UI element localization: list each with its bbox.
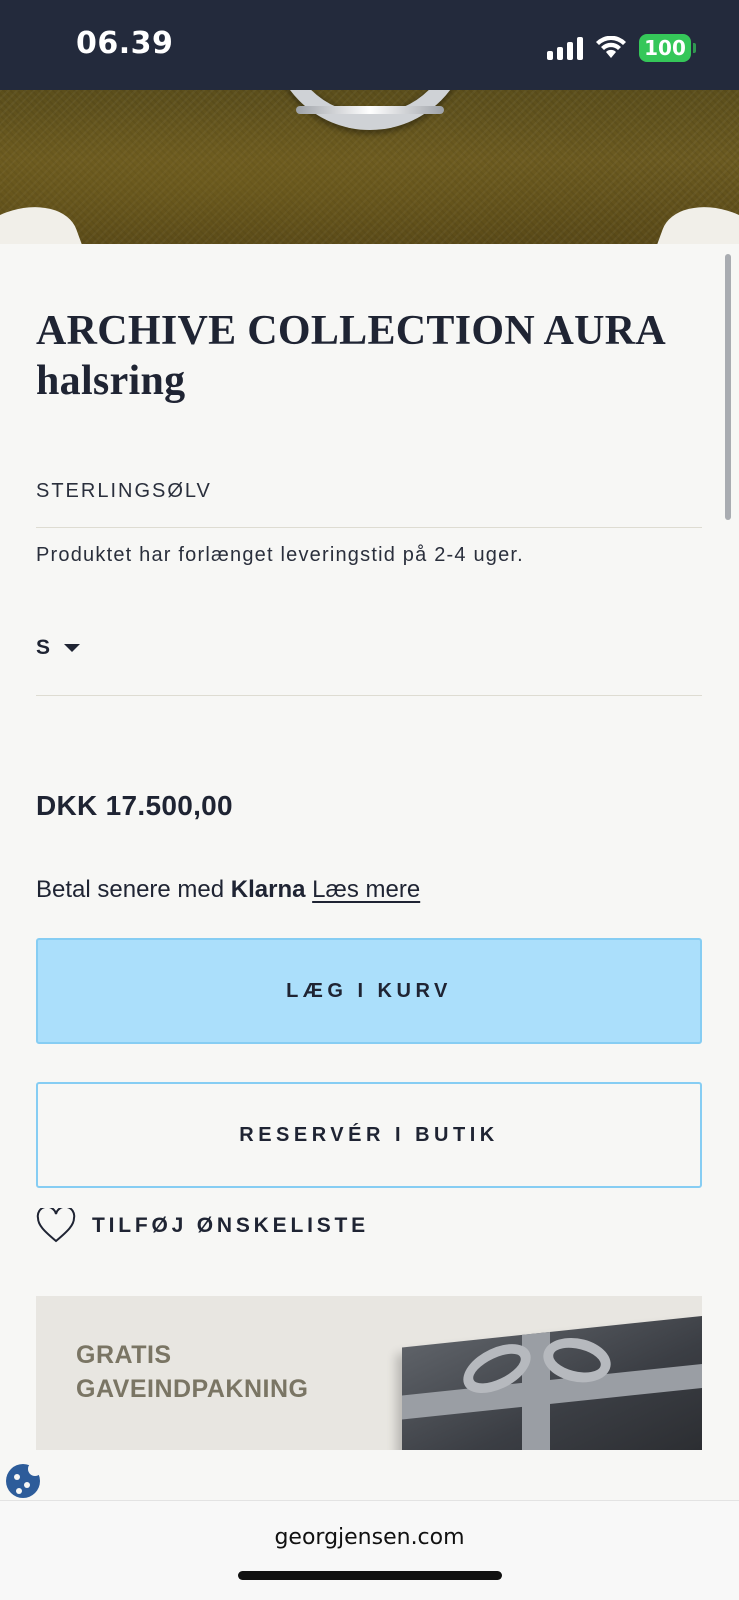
- delivery-note: Produktet har forlænget leveringstid på …: [36, 544, 524, 566]
- product-price: DKK 17.500,00: [36, 790, 233, 821]
- wifi-icon: [595, 36, 627, 60]
- divider: [36, 527, 702, 528]
- klarna-read-more-link[interactable]: Læs mere: [312, 876, 420, 903]
- gift-box-image: [402, 1316, 702, 1450]
- product-material: STERLINGSØLV: [36, 480, 212, 502]
- klarna-prefix: Betal senere med: [36, 876, 231, 903]
- product-title-line1: ARCHIVE COLLECTION AURA: [36, 308, 666, 354]
- signal-icon: [547, 36, 583, 60]
- status-icons: 100: [547, 34, 696, 62]
- battery-icon: 100: [639, 34, 696, 62]
- url-text[interactable]: georgjensen.com: [0, 1525, 739, 1550]
- image-background-right: [648, 191, 739, 244]
- gift-wrap-banner[interactable]: GRATIS GAVEINDPAKNING: [36, 1296, 702, 1450]
- gift-wrap-line2: GAVEINDPAKNING: [76, 1375, 309, 1403]
- scroll-indicator[interactable]: [725, 254, 731, 520]
- status-time: 06.39: [76, 26, 174, 61]
- product-title-line2: halsring: [36, 358, 186, 404]
- image-background-left: [0, 191, 91, 244]
- status-bar: 06.39 100: [0, 0, 739, 90]
- add-to-wishlist-button[interactable]: TILFØJ ØNSKELISTE: [36, 1208, 369, 1244]
- browser-address-bar[interactable]: georgjensen.com: [0, 1500, 739, 1600]
- heart-icon: [36, 1208, 76, 1243]
- cookie-icon[interactable]: [6, 1462, 42, 1498]
- size-select[interactable]: S: [36, 636, 81, 660]
- divider: [36, 695, 702, 696]
- gift-wrap-line1: GRATIS: [76, 1341, 172, 1369]
- klarna-brand: Klarna: [230, 876, 306, 903]
- klarna-info: Betal senere med Klarna Læs mere: [36, 876, 420, 904]
- home-indicator[interactable]: [238, 1571, 502, 1580]
- wishlist-label: TILFØJ ØNSKELISTE: [92, 1214, 369, 1237]
- reserve-in-store-button[interactable]: RESERVÉR I BUTIK: [36, 1082, 702, 1188]
- neck-ring-image: [270, 90, 470, 130]
- add-to-cart-button[interactable]: LÆG I KURV: [36, 938, 702, 1044]
- product-image[interactable]: [0, 90, 739, 244]
- product-title: ARCHIVE COLLECTION AURA halsring: [36, 306, 696, 406]
- gift-wrap-text: GRATIS GAVEINDPAKNING: [76, 1338, 308, 1406]
- caret-down-icon: [64, 644, 81, 652]
- size-value: S: [36, 636, 51, 659]
